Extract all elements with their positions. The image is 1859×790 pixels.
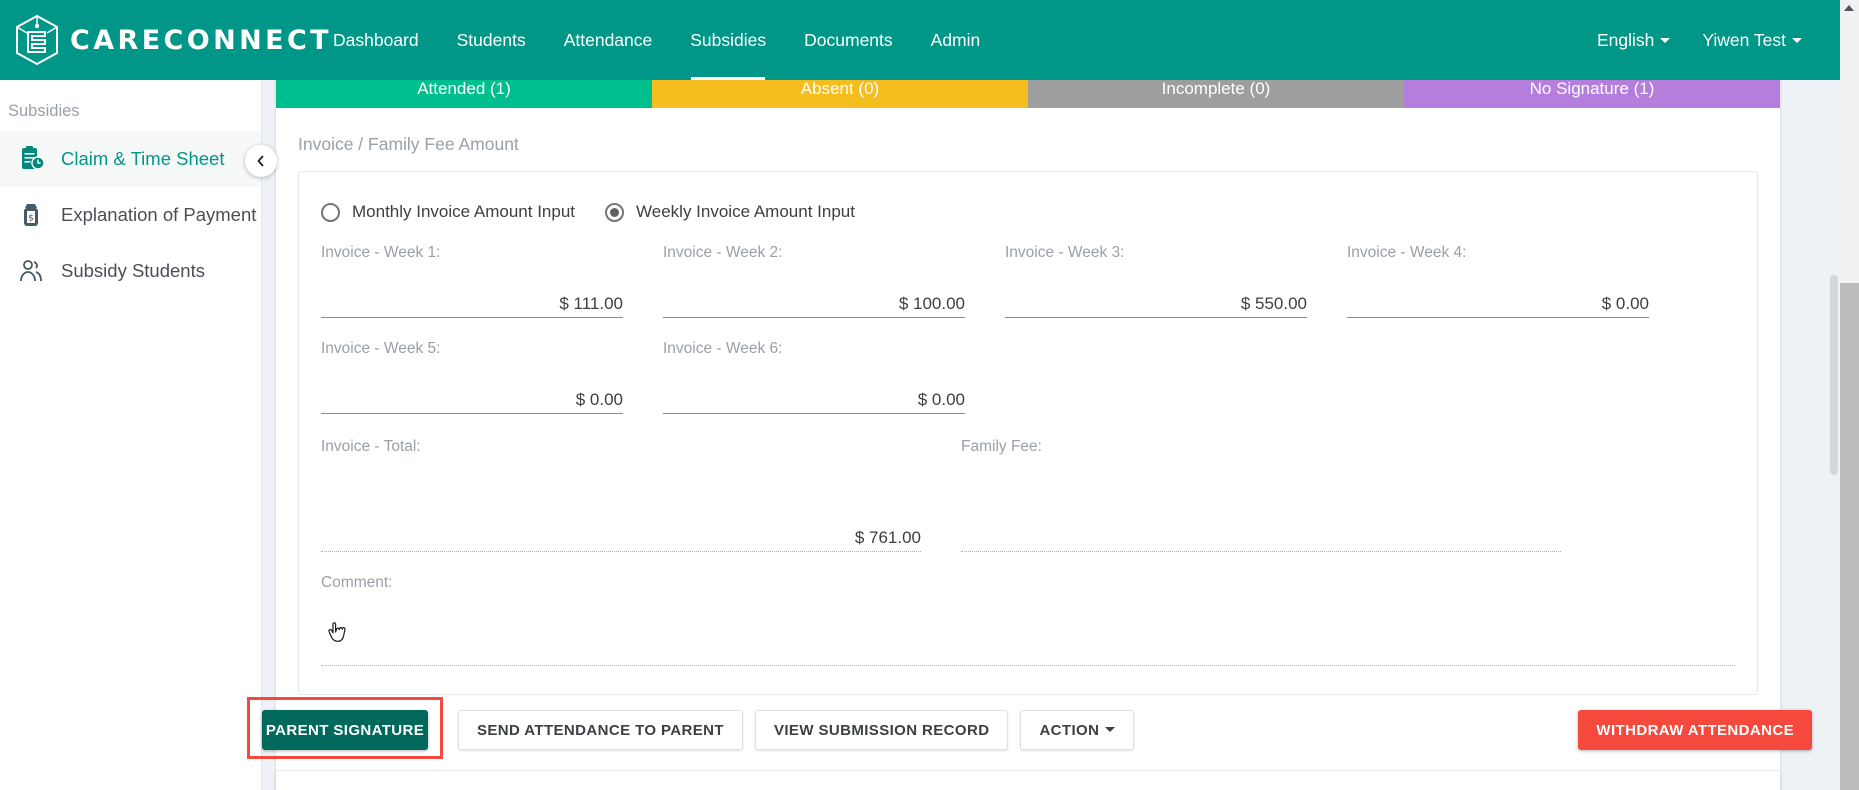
top-navigation-bar: CARECONNECT Dashboard Students Attendanc… <box>0 0 1840 80</box>
mouse-cursor-pointer-icon <box>328 622 346 642</box>
brand-title: CARECONNECT <box>70 24 332 56</box>
withdraw-attendance-button[interactable]: WITHDRAW ATTENDANCE <box>1578 710 1812 750</box>
page-scrollbar-thumb[interactable] <box>1840 283 1859 790</box>
primary-nav: Dashboard Students Attendance Subsidies … <box>314 0 999 80</box>
chevron-down-icon <box>1105 726 1116 732</box>
nav-item-dashboard[interactable]: Dashboard <box>314 0 438 80</box>
field-invoice-week-2: Invoice - Week 2: $ 100.00 <box>663 244 965 318</box>
tab-no-signature[interactable]: No Signature (1) <box>1404 80 1780 108</box>
comment-label: Comment: <box>321 574 393 591</box>
field-invoice-week-1: Invoice - Week 1: $ 111.00 <box>321 244 623 318</box>
radio-label: Weekly Invoice Amount Input <box>636 202 855 221</box>
clipboard-clock-icon <box>22 146 45 170</box>
field-invoice-week-3: Invoice - Week 3: $ 550.00 <box>1005 244 1307 318</box>
sidebar: Subsidies Claim & Time Sheet $ Explanati… <box>0 80 262 790</box>
page-scrollbar-track[interactable] <box>1840 0 1859 790</box>
sidebar-item-subsidy-students[interactable]: Subsidy Students <box>0 243 261 299</box>
action-dropdown-button[interactable]: ACTION <box>1020 710 1135 750</box>
field-label: Invoice - Total: <box>321 438 421 455</box>
action-dropdown-label: ACTION <box>1039 721 1100 739</box>
nav-item-documents[interactable]: Documents <box>785 0 912 80</box>
nav-item-attendance[interactable]: Attendance <box>545 0 672 80</box>
sidebar-item-claim-time-sheet[interactable]: Claim & Time Sheet <box>0 131 261 187</box>
chevron-down-icon <box>1660 37 1671 43</box>
field-label: Invoice - Week 6: <box>663 340 783 357</box>
parent-signature-button[interactable]: PARENT SIGNATURE <box>262 710 428 750</box>
input-invoice-total: $ 761.00 <box>321 478 921 552</box>
scroll-up-arrow-icon[interactable] <box>1844 5 1854 11</box>
action-bar <box>276 770 1780 790</box>
field-label: Invoice - Week 3: <box>1005 244 1125 261</box>
input-family-fee[interactable] <box>961 478 1561 552</box>
inner-scrollbar-thumb[interactable] <box>1830 275 1838 475</box>
field-invoice-week-5: Invoice - Week 5: $ 0.00 <box>321 340 623 414</box>
send-attendance-to-parent-button[interactable]: SEND ATTENDANCE TO PARENT <box>458 710 743 750</box>
sidebar-item-label: Claim & Time Sheet <box>61 148 225 169</box>
parent-signature-button-wrap: PARENT SIGNATURE <box>262 710 428 750</box>
nav-right-group: English Yiwen Test <box>1581 0 1840 80</box>
field-label: Invoice - Week 5: <box>321 340 441 357</box>
input-invoice-week-6[interactable]: $ 0.00 <box>663 380 965 414</box>
radio-monthly-invoice[interactable]: Monthly Invoice Amount Input <box>321 202 575 222</box>
input-invoice-week-1[interactable]: $ 111.00 <box>321 284 623 318</box>
secondary-action-buttons: SEND ATTENDANCE TO PARENT VIEW SUBMISSIO… <box>458 710 1135 750</box>
field-label: Invoice - Week 2: <box>663 244 783 261</box>
invoice-mode-radio-group: Monthly Invoice Amount Input Weekly Invo… <box>321 194 1735 244</box>
invoice-form-box: Monthly Invoice Amount Input Weekly Invo… <box>298 171 1758 695</box>
radio-label: Monthly Invoice Amount Input <box>352 202 576 221</box>
field-label: Invoice - Week 1: <box>321 244 441 261</box>
field-invoice-week-6: Invoice - Week 6: $ 0.00 <box>663 340 965 414</box>
user-menu[interactable]: Yiwen Test <box>1686 0 1818 80</box>
radio-weekly-invoice[interactable]: Weekly Invoice Amount Input <box>605 202 855 222</box>
svg-text:$: $ <box>28 214 34 224</box>
field-invoice-total: Invoice - Total: $ 761.00 <box>321 438 921 552</box>
field-family-fee: Family Fee: <box>961 438 1561 552</box>
people-icon <box>20 260 42 282</box>
week-fields-row-1: Invoice - Week 1: $ 111.00 Invoice - Wee… <box>321 244 1735 318</box>
brand-area[interactable]: CARECONNECT <box>0 14 329 66</box>
week-fields-row-2: Invoice - Week 5: $ 0.00 Invoice - Week … <box>321 340 1735 414</box>
main-content: Attended (1) Absent (0) Incomplete (0) N… <box>263 80 1840 790</box>
field-label: Invoice - Week 4: <box>1347 244 1467 261</box>
radio-checked-icon <box>605 202 625 222</box>
sidebar-collapse-button[interactable] <box>245 145 277 177</box>
section-title: Invoice / Family Fee Amount <box>298 134 519 154</box>
sidebar-section-title: Subsidies <box>8 102 80 120</box>
sidebar-item-label: Explanation of Payment <box>61 204 257 225</box>
tab-incomplete[interactable]: Incomplete (0) <box>1028 80 1404 108</box>
status-tab-bar: Attended (1) Absent (0) Incomplete (0) N… <box>276 80 1780 108</box>
chevron-down-icon <box>1792 37 1802 43</box>
sidebar-item-label: Subsidy Students <box>61 260 205 281</box>
nav-item-subsidies[interactable]: Subsidies <box>671 0 785 80</box>
cube-logo-icon <box>16 14 58 66</box>
chevron-left-icon <box>257 155 264 167</box>
radio-unchecked-icon <box>321 202 340 222</box>
language-selector[interactable]: English <box>1581 0 1686 80</box>
comment-textarea[interactable] <box>321 598 1735 666</box>
input-invoice-week-2[interactable]: $ 100.00 <box>663 284 965 318</box>
comment-block: Comment: <box>321 552 1735 666</box>
nav-item-admin[interactable]: Admin <box>912 0 1000 80</box>
input-invoice-week-3[interactable]: $ 550.00 <box>1005 284 1307 318</box>
totals-row: Invoice - Total: $ 761.00 Family Fee: <box>321 414 1735 552</box>
input-invoice-week-5[interactable]: $ 0.00 <box>321 380 623 414</box>
view-submission-record-button[interactable]: VIEW SUBMISSION RECORD <box>754 710 1009 750</box>
row-spacer <box>321 318 1735 340</box>
inner-scrollbar-track[interactable] <box>1828 80 1840 790</box>
claim-sheet-card: Attended (1) Absent (0) Incomplete (0) N… <box>276 80 1780 790</box>
money-bag-icon: $ <box>24 204 38 226</box>
withdraw-button-wrap: WITHDRAW ATTENDANCE <box>1578 710 1812 750</box>
field-invoice-week-4: Invoice - Week 4: $ 0.00 <box>1347 244 1649 318</box>
field-label: Family Fee: <box>961 438 1042 455</box>
user-name-label: Yiwen Test <box>1702 30 1786 50</box>
tab-attended[interactable]: Attended (1) <box>276 80 652 108</box>
sidebar-item-explanation-of-payment[interactable]: $ Explanation of Payment <box>0 187 261 243</box>
language-label: English <box>1596 30 1655 50</box>
input-invoice-week-4[interactable]: $ 0.00 <box>1347 284 1649 318</box>
tab-absent[interactable]: Absent (0) <box>652 80 1028 108</box>
nav-item-students[interactable]: Students <box>438 0 545 80</box>
